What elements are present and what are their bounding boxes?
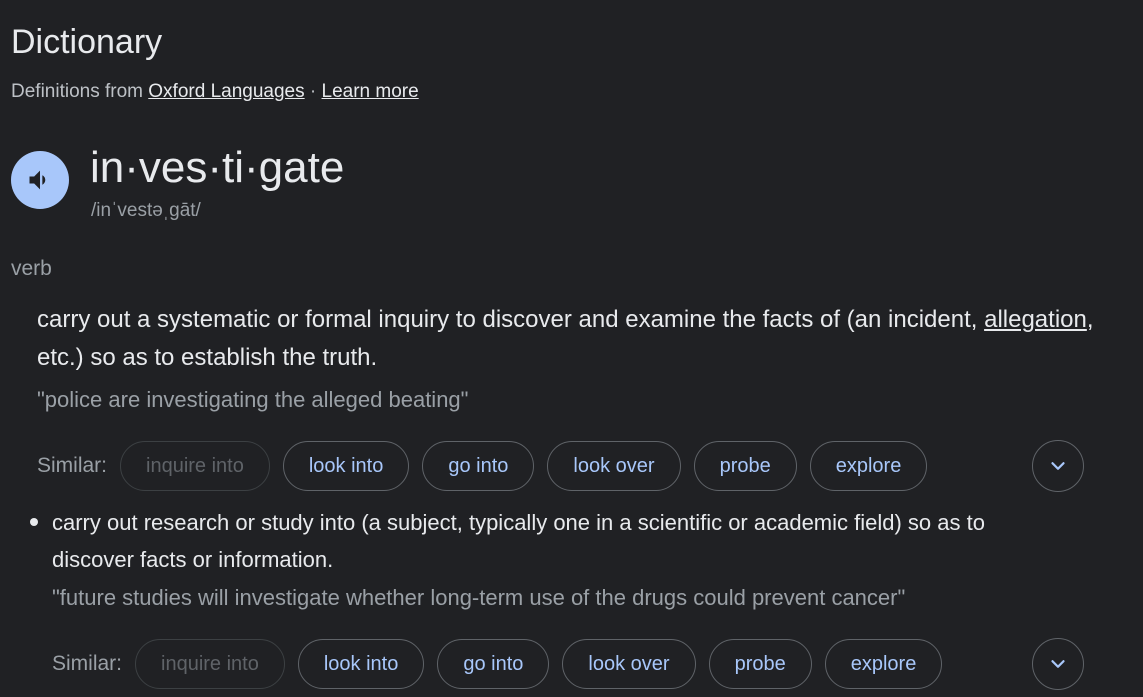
learn-more-link[interactable]: Learn more bbox=[322, 81, 419, 102]
similar-chip-probe[interactable]: probe bbox=[693, 441, 797, 491]
similar-chip-probe[interactable]: probe bbox=[708, 639, 812, 689]
sense-2-bullet bbox=[30, 518, 38, 526]
example-2: "future studies will investigate whether… bbox=[52, 585, 906, 610]
allegation-link[interactable]: allegation bbox=[984, 306, 1087, 333]
pronunciation-speaker-button[interactable] bbox=[11, 151, 69, 209]
source-line: Definitions from Oxford Languages · Lear… bbox=[11, 80, 419, 104]
similar-chip-look-over[interactable]: look over bbox=[547, 441, 681, 491]
similar-row-1: Similar: inquire into look into go into … bbox=[37, 440, 940, 492]
similar-chip-go-into[interactable]: go into bbox=[437, 639, 550, 689]
example-1: "police are investigating the alleged be… bbox=[37, 387, 469, 412]
similar-chip-look-into[interactable]: look into bbox=[297, 639, 425, 689]
similar-chip-look-into[interactable]: look into bbox=[282, 441, 410, 491]
chevron-down-icon bbox=[1051, 462, 1065, 470]
headword: in·ves·ti·gate bbox=[90, 143, 345, 192]
part-of-speech: verb bbox=[11, 257, 52, 280]
expand-similar-button-1[interactable] bbox=[1032, 440, 1084, 492]
volume-icon bbox=[29, 170, 46, 190]
pronunciation: /inˈvestəˌgāt/ bbox=[91, 200, 201, 221]
similar-chip-explore[interactable]: explore bbox=[824, 639, 943, 689]
oxford-languages-link[interactable]: Oxford Languages bbox=[148, 81, 304, 102]
similar-row-2: Similar: inquire into look into go into … bbox=[52, 638, 955, 690]
source-separator: · bbox=[309, 81, 317, 102]
similar-chip-go-into[interactable]: go into bbox=[422, 441, 535, 491]
definition-2: carry out research or study into (a subj… bbox=[52, 510, 985, 572]
expand-similar-button-2[interactable] bbox=[1032, 638, 1084, 690]
definition-1-text-before: carry out a systematic or formal inquiry… bbox=[37, 306, 985, 333]
dictionary-title: Dictionary bbox=[11, 23, 163, 61]
similar-chip-inquire-into: inquire into bbox=[135, 639, 285, 689]
definition-1: carry out a systematic or formal inquiry… bbox=[37, 301, 1097, 377]
chevron-down-icon bbox=[1051, 660, 1065, 668]
source-prefix: Definitions from bbox=[11, 81, 143, 102]
similar-chip-look-over[interactable]: look over bbox=[562, 639, 696, 689]
similar-label: Similar: bbox=[52, 652, 123, 675]
similar-chip-explore[interactable]: explore bbox=[809, 441, 928, 491]
similar-chip-inquire-into: inquire into bbox=[120, 441, 270, 491]
similar-label: Similar: bbox=[37, 454, 108, 477]
